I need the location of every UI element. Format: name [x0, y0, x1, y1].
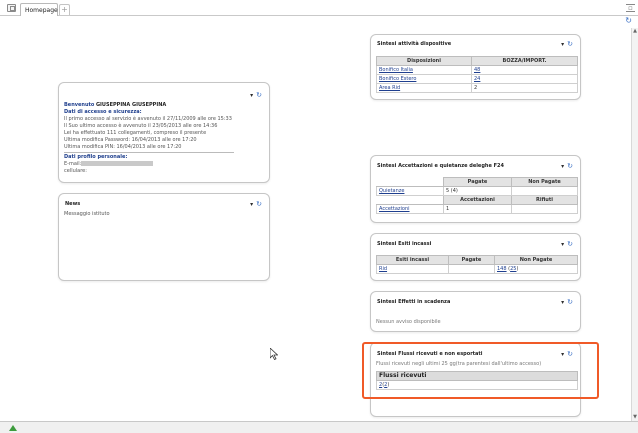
bonifico-italia-value[interactable]: 48 — [474, 67, 480, 73]
collapse-icon[interactable]: ▾ — [561, 299, 564, 306]
welcome-widget: ▾ ↻ Benvenuto GIUSEPPINA GIUSEPPINA Dati … — [58, 82, 270, 183]
column-header — [376, 177, 444, 187]
highlight-box — [362, 342, 599, 399]
email-redacted — [81, 161, 154, 166]
refresh-icon[interactable]: ↻ — [567, 40, 573, 48]
column-header: Pagate — [448, 255, 495, 265]
effetti-widget: Sintesi Effetti in scadenza ▾ ↻ Nessun av… — [370, 291, 581, 332]
quietanze-link[interactable]: Quietanze — [379, 188, 404, 194]
table-row: Area Rid 2 — [376, 83, 578, 93]
column-header: Rifiuti — [511, 195, 578, 205]
dispositive-title: Sintesi attività dispositive — [377, 41, 452, 47]
collapse-icon[interactable]: ▾ — [250, 201, 253, 208]
accettazioni-value: 1 — [443, 204, 512, 214]
rid-link[interactable]: Rid — [379, 266, 387, 272]
f24-table: Pagate Non Pagate Quietanze 5 (4) Accett… — [376, 177, 578, 214]
access-line: Ultima modifica PIN: 16/04/2013 alle ore… — [64, 144, 182, 150]
effetti-controls: ▾ ↻ — [561, 298, 573, 306]
status-triangle-icon[interactable] — [9, 425, 17, 431]
collapse-icon[interactable]: ▾ — [561, 241, 564, 248]
accettazioni-link[interactable]: Accettazioni — [379, 206, 410, 212]
column-header: Non Pagate — [511, 177, 578, 187]
greeting-label: Benvenuto — [64, 102, 95, 108]
refresh-icon[interactable]: ↻ — [567, 298, 573, 306]
news-controls: ▾ ↻ — [250, 200, 262, 208]
dispositive-table: Disposizioni BOZZA/IMPORT. Bonifico Ital… — [376, 56, 578, 93]
welcome-controls: ▾ ↻ — [250, 91, 262, 99]
column-header: Pagate — [443, 177, 512, 187]
refresh-icon[interactable]: ↻ — [567, 240, 573, 248]
rid-non-pagate-recent-link[interactable]: 25 — [510, 266, 516, 272]
profile-heading: Dati profilo personale: — [64, 154, 128, 160]
rifiuti-value — [511, 204, 578, 214]
rid-non-pagate-link[interactable]: 148 — [497, 266, 507, 272]
access-heading: Dati di accesso e sicurezza: — [64, 109, 142, 115]
restore-icon[interactable]: ▫ — [626, 4, 635, 12]
area-rid-value: 2 — [471, 83, 578, 93]
table-row: Bonifico Estero 24 — [376, 74, 578, 84]
column-header: Accettazioni — [443, 195, 512, 205]
news-widget: News ▾ ↻ Messaggio istituto — [58, 193, 270, 281]
table-row: Accettazioni 1 — [376, 204, 578, 214]
incassi-table: Esiti incassi Pagate Non Pagate Rid 148 … — [376, 255, 578, 274]
column-header: BOZZA/IMPORT. — [471, 56, 578, 66]
effetti-title: Sintesi Effetti in scadenza — [377, 299, 451, 305]
user-name: GIUSEPPINA GIUSEPPINA — [95, 102, 167, 108]
scroll-down-icon[interactable]: ▼ — [632, 414, 638, 421]
dispositive-controls: ▾ ↻ — [561, 40, 573, 48]
news-message: Messaggio istituto — [64, 211, 110, 217]
area-rid-link[interactable]: Area Rid — [379, 85, 400, 91]
refresh-all-icon[interactable]: ↻ — [625, 17, 632, 25]
add-tab-button[interactable]: + — [59, 4, 70, 15]
column-header: Disposizioni — [376, 56, 472, 66]
f24-widget: Sintesi Accettazioni e quietanze deleghe… — [370, 155, 581, 223]
home-icon[interactable] — [7, 4, 16, 12]
tab-bar: Homepage + ▫ — [0, 0, 638, 16]
quietanze-non-pagate — [511, 186, 578, 196]
email-label: E-mail: — [64, 161, 82, 167]
column-header — [376, 195, 444, 205]
incassi-controls: ▾ ↻ — [561, 240, 573, 248]
column-header: Non Pagate — [494, 255, 578, 265]
rid-pagate — [448, 264, 495, 274]
effetti-message: Nessun avviso disponibile — [376, 319, 441, 325]
refresh-icon[interactable]: ↻ — [256, 91, 262, 99]
collapse-icon[interactable]: ▾ — [561, 41, 564, 48]
bonifico-italia-link[interactable]: Bonifico Italia — [379, 67, 413, 73]
access-line: Il primo accesso al servizio è avvenuto … — [64, 116, 232, 122]
incassi-title: Sintesi Esiti incassi — [377, 241, 432, 247]
table-row: Bonifico Italia 48 — [376, 65, 578, 75]
tab-homepage[interactable]: Homepage — [20, 3, 58, 16]
access-line: Il Suo ultimo accesso è avvenuto il 23/0… — [64, 123, 218, 129]
news-title: News — [65, 201, 81, 207]
column-header: Esiti incassi — [376, 255, 449, 265]
access-line: Ultima modifica Password: 16/04/2013 all… — [64, 137, 197, 143]
bonifico-estero-link[interactable]: Bonifico Estero — [379, 76, 416, 82]
table-row: Rid 148 (25) — [376, 264, 578, 274]
mouse-cursor-icon — [270, 348, 278, 360]
divider — [64, 152, 234, 153]
f24-controls: ▾ ↻ — [561, 162, 573, 170]
dispositive-widget: Sintesi attività dispositive ▾ ↻ Disposiz… — [370, 34, 581, 100]
vertical-scrollbar[interactable]: ▲ ▼ — [631, 28, 638, 421]
bonifico-estero-value[interactable]: 24 — [474, 76, 480, 82]
scroll-up-icon[interactable]: ▲ — [632, 28, 638, 35]
status-bar — [0, 421, 638, 433]
f24-title: Sintesi Accettazioni e quietanze deleghe… — [377, 163, 504, 169]
refresh-icon[interactable]: ↻ — [256, 200, 262, 208]
collapse-icon[interactable]: ▾ — [250, 92, 253, 99]
incassi-widget: Sintesi Esiti incassi ▾ ↻ Esiti incassi P… — [370, 233, 581, 281]
quietanze-pagate: 5 (4) — [443, 186, 512, 196]
table-row: Quietanze 5 (4) — [376, 186, 578, 196]
phone-label: cellulare: — [64, 168, 87, 174]
access-line: Lei ha effettuato 111 collegamenti, comp… — [64, 130, 207, 136]
refresh-icon[interactable]: ↻ — [567, 162, 573, 170]
collapse-icon[interactable]: ▾ — [561, 163, 564, 170]
